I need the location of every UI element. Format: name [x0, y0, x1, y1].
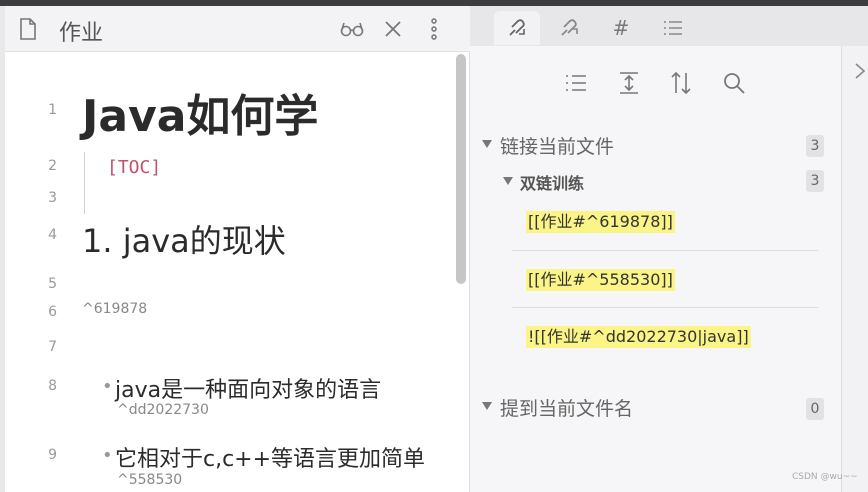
- backlinks-icon: [509, 19, 525, 36]
- list-item-text[interactable]: 它相对于c,c++等语言更加简单: [115, 441, 425, 473]
- editor-pane: 作业 1 2 3 4 5 6 7 8 9 Java如何学 [TOC] 1. ja…: [5, 6, 470, 492]
- linked-count-badge: 3: [806, 135, 824, 157]
- caret-down-icon[interactable]: [482, 140, 492, 148]
- outgoing-links-icon: [561, 19, 578, 36]
- close-icon[interactable]: [381, 17, 405, 41]
- document-icon: [20, 18, 36, 40]
- heading-1[interactable]: Java如何学: [82, 90, 318, 144]
- line-number: 3: [48, 190, 57, 206]
- note-title[interactable]: 作业: [59, 15, 103, 47]
- backlink-result[interactable]: [[作业#^558530]]: [526, 269, 675, 291]
- line-number: 7: [48, 339, 57, 355]
- reading-view-icon[interactable]: [340, 17, 364, 41]
- toc-marker[interactable]: [TOC]: [107, 157, 161, 178]
- tab-backlinks[interactable]: [494, 11, 540, 45]
- backlinks-panel: 链接当前文件 3 双链训练 3 [[作业#^619878]] [[作业#^558…: [470, 46, 842, 492]
- list-item-block-id[interactable]: ^dd2022730: [117, 402, 209, 418]
- unlinked-count-badge: 0: [806, 398, 824, 420]
- divider: [512, 250, 818, 251]
- collapse-results-icon[interactable]: [563, 70, 589, 96]
- hashtag-icon[interactable]: #: [598, 11, 644, 45]
- heading-2[interactable]: 1. java的现状: [82, 221, 286, 261]
- chevron-right-icon[interactable]: [854, 62, 866, 80]
- line-number: 4: [48, 227, 57, 243]
- editor-header: 作业: [5, 6, 470, 52]
- list-bullet: •: [102, 445, 113, 466]
- line-number: 8: [48, 378, 57, 394]
- watermark: CSDN @wu~~: [792, 472, 858, 482]
- line-number: 2: [48, 158, 57, 174]
- line-number: 1: [48, 102, 57, 118]
- linked-mentions-title[interactable]: 链接当前文件: [500, 132, 614, 159]
- backlink-file-name[interactable]: 双链训练: [520, 170, 584, 194]
- file-count-badge: 3: [806, 170, 824, 192]
- line-number: 9: [48, 447, 57, 463]
- expand-context-icon[interactable]: [616, 70, 642, 96]
- caret-down-icon[interactable]: [503, 177, 513, 185]
- outline-icon: [664, 21, 682, 35]
- list-item-block-id[interactable]: ^558530: [117, 472, 182, 488]
- editor-scrollbar[interactable]: [456, 54, 466, 284]
- unlinked-mentions-title[interactable]: 提到当前文件名: [500, 394, 633, 421]
- sort-icon[interactable]: [668, 70, 694, 96]
- backlink-result[interactable]: ![[作业#^dd2022730|java]]: [526, 326, 751, 348]
- list-bullet: •: [102, 376, 113, 397]
- line-number: 5: [48, 276, 57, 292]
- right-sidebar: # 链接当前文件 3 双链训练 3 [[作业#^619878]] [[作业#^5…: [470, 6, 868, 492]
- tab-outline[interactable]: [650, 11, 696, 45]
- backlink-result[interactable]: [[作业#^619878]]: [526, 211, 675, 233]
- search-icon[interactable]: [721, 70, 747, 96]
- tab-outgoing-links[interactable]: [546, 11, 592, 45]
- block-id[interactable]: ^619878: [82, 301, 147, 317]
- list-item-text[interactable]: java是一种面向对象的语言: [115, 372, 381, 404]
- divider: [512, 307, 818, 308]
- more-options-icon[interactable]: [422, 17, 446, 41]
- sidebar-tabs: #: [470, 6, 868, 46]
- caret-down-icon[interactable]: [482, 402, 492, 410]
- code-block-border: [84, 152, 85, 214]
- line-number: 6: [48, 304, 57, 320]
